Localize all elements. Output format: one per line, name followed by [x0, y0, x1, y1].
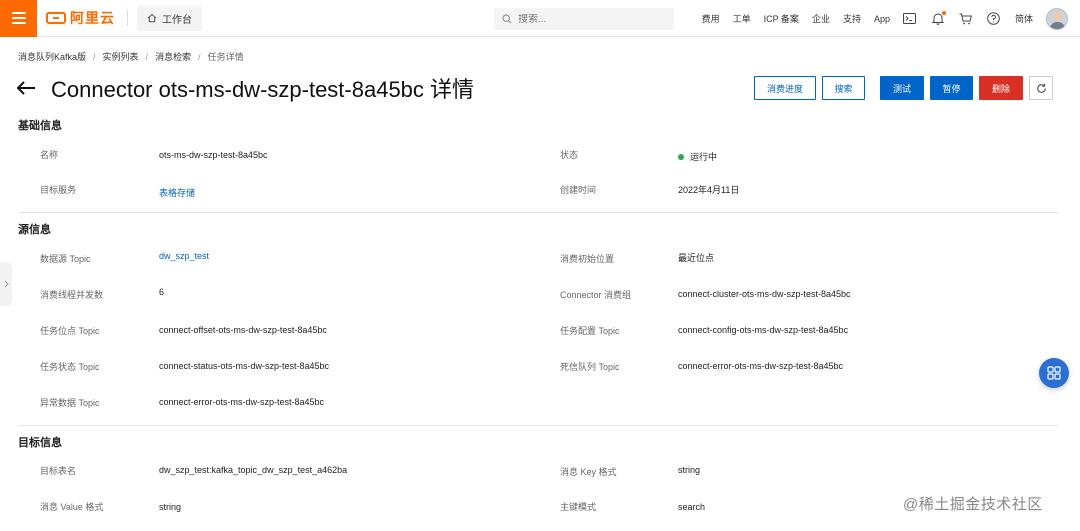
top-navbar: 阿里云 工作台 费用 工单 ICP 备案 企业 支持 App 简体 [0, 0, 1080, 37]
source-topic-link[interactable]: dw_szp_test [159, 251, 209, 261]
status-value: 运行中 [678, 150, 717, 163]
section-divider [18, 425, 1058, 426]
breadcrumb-task-detail: 任务详情 [207, 52, 244, 62]
consumer-threads-label: 消费线程并发数 [40, 290, 104, 300]
error-topic-label: 异常数据 Topic [40, 398, 100, 408]
refresh-icon [1036, 83, 1046, 93]
notification-badge [941, 10, 946, 15]
bell-icon[interactable] [931, 10, 946, 26]
page-title: Connector ots-ms-dw-szp-test-8a45bc 详情 [51, 77, 475, 102]
status-text: 运行中 [690, 152, 718, 162]
menu-icon[interactable] [0, 0, 37, 37]
nav-item-support[interactable]: 支持 [843, 12, 861, 25]
breadcrumb-separator: / [93, 51, 96, 62]
status-running-icon [678, 153, 684, 160]
page-header: Connector ots-ms-dw-szp-test-8a45bc 详情 [16, 72, 474, 104]
basic-info-title: 基础信息 [18, 120, 62, 132]
breadcrumb-instances[interactable]: 实例列表 [103, 50, 139, 63]
floating-apps-button[interactable] [1039, 358, 1069, 388]
source-topic-label: 数据源 Topic [40, 254, 91, 264]
user-avatar[interactable] [1046, 7, 1068, 30]
initial-offset-value: 最近位点 [678, 253, 715, 263]
nav-right: 费用 工单 ICP 备案 企业 支持 App 简体 [702, 0, 1080, 37]
config-topic-label: 任务配置 Topic [560, 326, 620, 336]
dead-letter-topic-label: 死信队列 Topic [560, 362, 620, 372]
back-arrow-icon[interactable] [16, 77, 38, 99]
value-format-label: 消息 Value 格式 [40, 502, 104, 512]
nav-divider [127, 10, 128, 26]
config-topic-value: connect-config-ots-ms-dw-szp-test-8a45bc [678, 325, 849, 335]
initial-offset-label: 消费初始位置 [560, 254, 615, 264]
home-icon [147, 13, 157, 23]
breadcrumb: 消息队列Kafka版 / 实例列表 / 消息检索 / 任务详情 [18, 50, 244, 63]
nav-item-ticket[interactable]: 工单 [733, 12, 751, 25]
target-table-value: dw_szp_test:kafka_topic_dw_szp_test_a462… [159, 465, 348, 475]
search-button[interactable]: 搜索 [822, 76, 865, 100]
breadcrumb-kafka[interactable]: 消息队列Kafka版 [18, 50, 86, 63]
brand-name: 阿里云 [70, 10, 115, 26]
created-time-value: 2022年4月11日 [678, 185, 740, 195]
pk-mode-value: search [678, 502, 706, 512]
target-service-link[interactable]: 表格存储 [159, 186, 195, 199]
consume-progress-button[interactable]: 消费进度 [754, 76, 816, 100]
nav-item-app[interactable]: App [874, 14, 890, 24]
cart-icon[interactable] [959, 12, 973, 26]
workbench-button[interactable]: 工作台 [137, 5, 202, 31]
value-format-value: string [159, 502, 182, 512]
section-divider [18, 212, 1058, 213]
refresh-button[interactable] [1029, 76, 1053, 100]
offset-topic-label: 任务位点 Topic [40, 326, 100, 336]
watermark: @稀土掘金技术社区 [903, 496, 1043, 513]
source-info-title: 源信息 [18, 224, 51, 236]
aliyun-logo-mark [46, 12, 66, 24]
language-switch[interactable]: 简体 [1015, 12, 1033, 25]
key-format-label: 消息 Key 格式 [560, 467, 617, 477]
nav-item-enterprise[interactable]: 企业 [812, 12, 830, 25]
search-input[interactable] [518, 13, 658, 25]
delete-button[interactable]: 删除 [979, 76, 1023, 100]
breadcrumb-message-search[interactable]: 消息检索 [155, 50, 191, 63]
nav-item-cost[interactable]: 费用 [702, 12, 720, 25]
dead-letter-topic-value: connect-error-ots-ms-dw-szp-test-8a45bc [678, 361, 844, 371]
pk-mode-label: 主键模式 [560, 502, 597, 512]
grid-icon [1047, 366, 1061, 380]
breadcrumb-separator: / [198, 51, 201, 62]
key-format-value: string [678, 465, 701, 475]
test-button[interactable]: 测试 [880, 76, 924, 100]
target-service-label: 目标服务 [40, 185, 77, 195]
consumer-group-value: connect-cluster-ots-ms-dw-szp-test-8a45b… [678, 289, 851, 299]
consumer-group-label: Connector 消费组 [560, 290, 632, 300]
breadcrumb-separator: / [145, 51, 149, 62]
target-table-label: 目标表名 [40, 466, 77, 476]
nav-item-icp[interactable]: ICP 备案 [764, 12, 799, 25]
name-label: 名称 [40, 150, 59, 160]
created-time-label: 创建时间 [560, 185, 597, 195]
error-topic-value: connect-error-ots-ms-dw-szp-test-8a45bc [159, 397, 325, 407]
consumer-threads-value: 6 [159, 287, 165, 297]
name-value: ots-ms-dw-szp-test-8a45bc [159, 150, 268, 160]
status-topic-label: 任务状态 Topic [40, 362, 100, 372]
help-icon[interactable] [987, 12, 1001, 26]
status-topic-value: connect-status-ots-ms-dw-szp-test-8a45bc [159, 361, 330, 371]
chevron-right-icon [4, 280, 9, 288]
terminal-icon[interactable] [903, 12, 917, 26]
search-icon [502, 14, 512, 24]
aliyun-logo[interactable]: 阿里云 [46, 0, 115, 37]
target-info-title: 目标信息 [18, 437, 62, 449]
sidebar-expand-toggle[interactable] [0, 262, 12, 306]
status-label: 状态 [560, 150, 579, 160]
search-box[interactable] [494, 8, 674, 30]
workbench-label: 工作台 [162, 14, 192, 26]
pause-button[interactable]: 暂停 [930, 76, 973, 100]
offset-topic-value: connect-offset-ots-ms-dw-szp-test-8a45bc [159, 325, 327, 335]
